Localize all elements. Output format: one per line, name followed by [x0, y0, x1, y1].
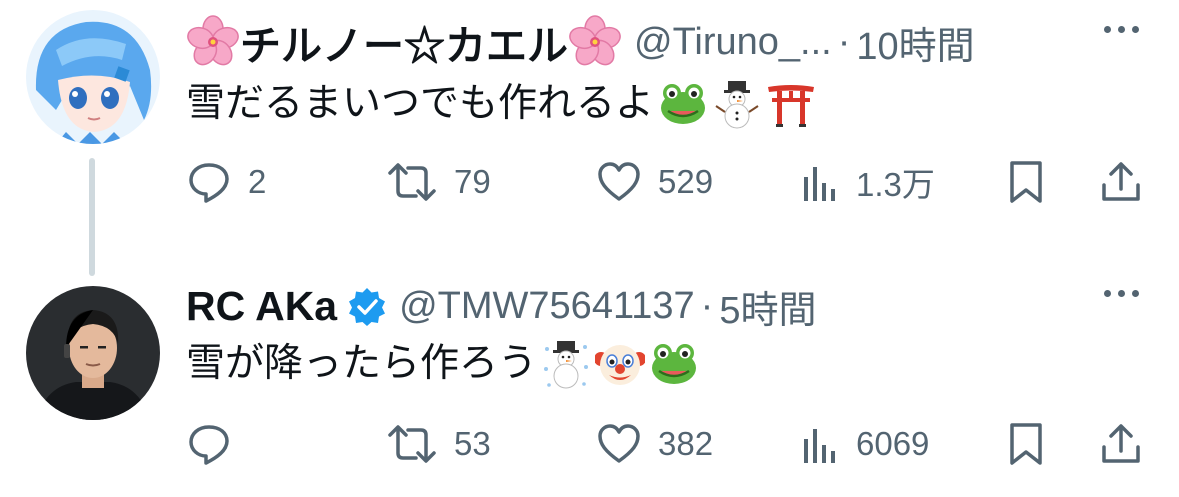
thread-connector-line: [89, 158, 95, 276]
retweet-count: 53: [454, 425, 491, 462]
heart-icon: [598, 424, 640, 463]
display-name[interactable]: チルノー☆カエル: [186, 12, 622, 72]
display-name-text: チルノー☆カエル: [240, 23, 568, 69]
retweet-button[interactable]: 79: [386, 152, 491, 212]
retweet-count: 79: [454, 163, 491, 200]
frog-emoji: [661, 84, 706, 124]
reply-count: 2: [248, 163, 267, 200]
tweet-text: 雪が降ったら作ろう: [186, 338, 1139, 390]
views-button[interactable]: 1.3万: [800, 152, 935, 212]
like-count: 382: [658, 425, 714, 462]
reply-icon: [189, 425, 229, 465]
like-count: 529: [658, 163, 714, 200]
bookmark-icon: [1010, 423, 1042, 465]
avatar-image: [26, 10, 160, 144]
tweet-text-content: 雪だるまいつでも作れるよ: [186, 81, 655, 126]
display-name[interactable]: RC AKa: [186, 283, 337, 330]
tweet-actions: 2 79 529 1.3万: [186, 152, 1149, 212]
display-name-text: RC AKa: [186, 282, 338, 329]
share-button[interactable]: [1098, 414, 1144, 474]
frog-emoji: [652, 344, 697, 384]
views-button[interactable]: 6069: [800, 414, 929, 474]
avatar-image: [26, 286, 160, 420]
snowman-emoji: [715, 81, 759, 129]
like-button[interactable]: 529: [596, 152, 713, 212]
tweet[interactable]: RC AKa @TMW75641137 · 5時間 雪が降ったら作ろう 53 3…: [0, 270, 1179, 497]
tweet-text: 雪だるまいつでも作れるよ: [186, 78, 1139, 130]
views-icon: [804, 167, 835, 201]
bookmark-button[interactable]: [1006, 414, 1046, 474]
tweet-header: RC AKa @TMW75641137 · 5時間: [186, 276, 1139, 336]
avatar[interactable]: [26, 286, 160, 420]
reply-button[interactable]: [186, 414, 248, 474]
more-options-icon[interactable]: [1104, 290, 1139, 297]
verified-badge-icon[interactable]: [347, 286, 387, 326]
timestamp[interactable]: 10時間: [856, 15, 974, 70]
tweet[interactable]: チルノー☆カエル @Tiruno_... · 10時間 雪だるまいつでも作れるよ…: [0, 0, 1179, 276]
cherry-blossom-emoji: [187, 15, 239, 66]
share-icon: [1102, 424, 1140, 463]
retweet-button[interactable]: 53: [386, 414, 491, 474]
retweet-icon: [388, 425, 436, 463]
cherry-blossom-emoji: [569, 15, 621, 66]
clown-emoji: [595, 345, 646, 385]
reply-icon: [189, 163, 229, 203]
views-icon: [804, 429, 835, 463]
share-icon: [1102, 162, 1140, 201]
bookmark-button[interactable]: [1006, 152, 1046, 212]
avatar[interactable]: [26, 10, 160, 144]
tweet-text-content: 雪が降ったら作ろう: [186, 341, 538, 386]
tweet-actions: 53 382 6069: [186, 414, 1149, 474]
view-count: 6069: [856, 425, 930, 462]
snowman-with-snow-emoji: [544, 341, 589, 389]
separator-dot: ·: [700, 284, 714, 327]
reply-button[interactable]: 2: [186, 152, 266, 212]
retweet-icon: [388, 163, 436, 201]
bookmark-icon: [1010, 161, 1042, 203]
heart-icon: [598, 162, 640, 201]
view-count: 1.3万: [856, 166, 935, 203]
handle[interactable]: @TMW75641137: [399, 285, 695, 328]
torii-emoji: [768, 85, 815, 127]
handle[interactable]: @Tiruno_...: [634, 21, 832, 64]
more-options-icon[interactable]: [1104, 26, 1139, 33]
timestamp[interactable]: 5時間: [719, 279, 816, 334]
tweet-header: チルノー☆カエル @Tiruno_... · 10時間: [186, 12, 1139, 72]
share-button[interactable]: [1098, 152, 1144, 212]
separator-dot: ·: [837, 20, 851, 63]
like-button[interactable]: 382: [596, 414, 713, 474]
